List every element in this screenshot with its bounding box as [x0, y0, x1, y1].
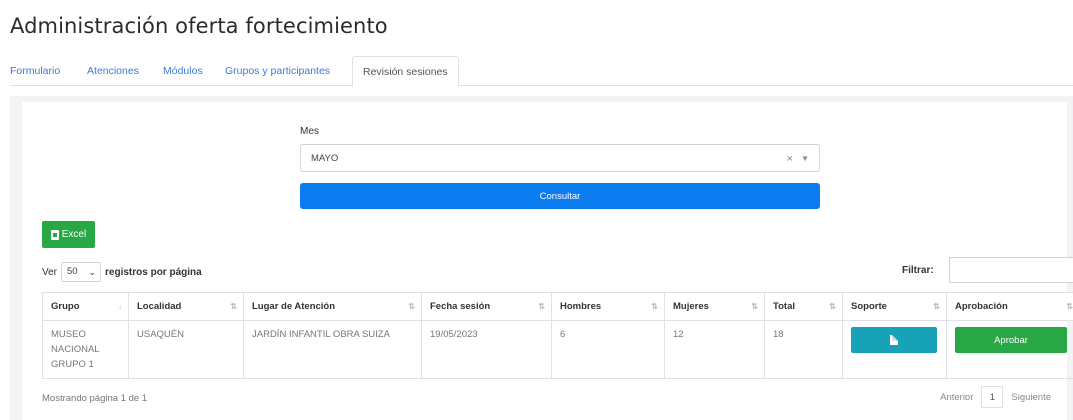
column-header-soporte[interactable]: Soporte ⇅ [842, 292, 947, 321]
column-header-lugar[interactable]: Lugar de Atención ⇅ [243, 292, 422, 321]
cell-grupo: MUSEO NACIONAL GRUPO 1 [42, 320, 129, 379]
sort-icon: ⇅ [230, 302, 237, 311]
excel-button-label: Excel [61, 229, 87, 240]
tab-modulos[interactable]: Módulos [163, 56, 203, 86]
registros-label: registros por página [105, 266, 202, 278]
per-page-select[interactable]: 50 ⌄ [61, 262, 102, 282]
pagination: Anterior 1 Siguiente [932, 386, 1059, 408]
sort-icon: ⇅ [651, 302, 658, 311]
cell-lugar: JARDÍN INFANTIL OBRA SUIZA [243, 320, 422, 379]
tab-grupos-participantes[interactable]: Grupos y participantes [225, 56, 330, 86]
tab-formulario[interactable]: Formulario [10, 56, 60, 86]
excel-button[interactable]: Excel [42, 221, 95, 248]
ver-label: Ver [42, 266, 58, 278]
sort-icon: ⇅ [933, 302, 940, 311]
per-page-value: 50 [67, 266, 78, 277]
mes-select[interactable]: MAYO × ▼ [300, 144, 820, 172]
column-header-fecha[interactable]: Fecha sesión ⇅ [421, 292, 552, 321]
previous-page-button[interactable]: Anterior [932, 392, 981, 403]
tab-bar: Formulario Atenciones Módulos Grupos y p… [10, 56, 1073, 87]
mes-label: Mes [300, 126, 319, 137]
column-header-total[interactable]: Total ⇅ [764, 292, 843, 321]
filtrar-label: Filtrar: [902, 265, 934, 276]
clear-icon[interactable]: × [787, 145, 793, 173]
tab-atenciones[interactable]: Atenciones [87, 56, 139, 86]
consultar-button[interactable]: Consultar [300, 183, 820, 209]
soporte-button[interactable] [851, 327, 937, 353]
content-panel: Mes MAYO × ▼ Consultar Excel Ver 50 ⌄ re… [10, 96, 1073, 420]
column-header-localidad[interactable]: Localidad ⇅ [128, 292, 244, 321]
sort-icon: ⇅ [538, 302, 545, 311]
cell-fecha: 19/05/2023 [421, 320, 552, 379]
sort-asc-icon: ↓ [118, 302, 122, 311]
cell-hombres: 6 [551, 320, 665, 379]
sort-icon: ⇅ [1066, 302, 1073, 311]
sort-icon: ⇅ [751, 302, 758, 311]
column-header-aprobacion[interactable]: Aprobación ⇅ [946, 292, 1073, 321]
column-header-grupo[interactable]: Grupo ↓ [42, 292, 129, 321]
cell-soporte [842, 320, 947, 379]
chevron-down-icon[interactable]: ▼ [801, 145, 809, 173]
content-card: Mes MAYO × ▼ Consultar Excel Ver 50 ⌄ re… [22, 102, 1073, 420]
page-length-control: Ver 50 ⌄ registros por página [42, 261, 202, 283]
sessions-table: Grupo ↓ Localidad ⇅ Lugar de Atención ⇅ Fec… [42, 292, 1073, 379]
table-row: MUSEO NACIONAL GRUPO 1 USAQUÉN JARDÍN IN… [42, 320, 1073, 379]
cell-aprobacion: Aprobar [946, 320, 1073, 379]
excel-file-icon [50, 229, 59, 240]
page-number-button[interactable]: 1 [981, 386, 1004, 408]
tab-revision-sesiones[interactable]: Revisión sesiones [352, 56, 459, 87]
filtrar-input[interactable] [949, 257, 1073, 283]
column-header-mujeres[interactable]: Mujeres ⇅ [664, 292, 765, 321]
column-header-hombres[interactable]: Hombres ⇅ [551, 292, 665, 321]
document-icon [890, 335, 898, 345]
table-header-row: Grupo ↓ Localidad ⇅ Lugar de Atención ⇅ Fec… [42, 292, 1073, 321]
chevron-down-icon: ⌄ [88, 267, 97, 277]
sort-icon: ⇅ [408, 302, 415, 311]
mes-select-value: MAYO [311, 153, 339, 164]
next-page-button[interactable]: Siguiente [1003, 392, 1059, 403]
page-title: Administración oferta fortecimiento [10, 14, 388, 38]
aprobar-button[interactable]: Aprobar [955, 327, 1067, 353]
cell-total: 18 [764, 320, 843, 379]
cell-localidad: USAQUÉN [128, 320, 244, 379]
pagination-info: Mostrando página 1 de 1 [42, 393, 148, 404]
cell-mujeres: 12 [664, 320, 765, 379]
sort-icon: ⇅ [829, 302, 836, 311]
